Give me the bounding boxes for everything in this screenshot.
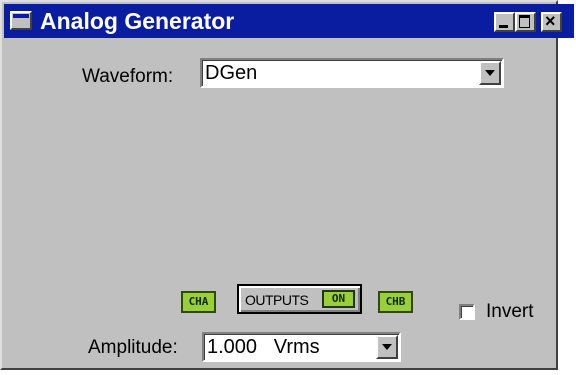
minimize-button[interactable] (494, 12, 515, 32)
window-title: Analog Generator (40, 8, 235, 34)
outputs-button[interactable]: OUTPUTS ON (237, 284, 362, 314)
waveform-value: DGen (205, 62, 258, 84)
close-button[interactable]: × (541, 11, 562, 32)
amplitude-select[interactable]: 1.000 Vrms (202, 332, 401, 362)
amplitude-dropdown-button[interactable] (376, 335, 398, 359)
channel-a-indicator[interactable]: CHA (181, 291, 216, 313)
waveform-select[interactable]: DGen (200, 58, 504, 88)
amplitude-label: Amplitude: (88, 337, 178, 358)
maximize-button[interactable] (515, 12, 536, 32)
amplitude-value: 1.000 Vrms (207, 336, 320, 358)
outputs-on-indicator: ON (322, 290, 355, 308)
waveform-label: Waveform: (82, 66, 174, 87)
invert-label: Invert (486, 301, 534, 322)
close-icon: × (545, 11, 556, 31)
window-menu-icon[interactable] (10, 11, 32, 30)
waveform-dropdown-button[interactable] (479, 61, 501, 85)
outputs-label: OUTPUTS (245, 292, 309, 308)
invert-checkbox[interactable] (459, 304, 475, 320)
title-bar[interactable]: Analog Generator × (4, 4, 574, 38)
channel-b-indicator[interactable]: CHB (378, 291, 413, 313)
analog-generator-window: Analog Generator × Waveform: DGen CHA OU… (0, 0, 574, 370)
